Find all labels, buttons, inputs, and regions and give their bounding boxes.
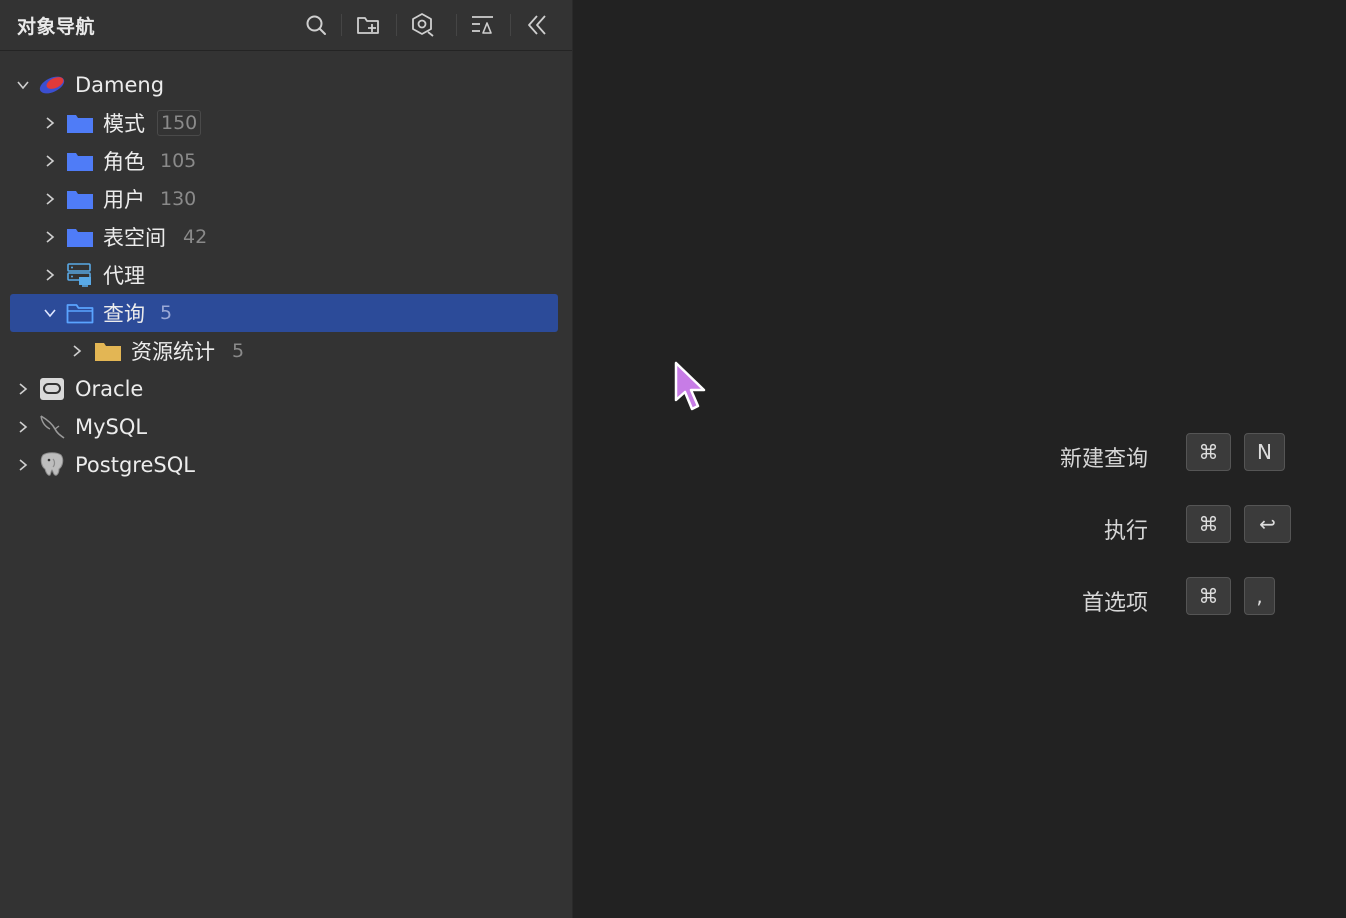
chevron-right-icon[interactable] (43, 116, 57, 130)
tree-node-mysql[interactable]: MySQL (10, 408, 558, 446)
folder-icon (66, 225, 94, 249)
key-command: ⌘ (1186, 577, 1231, 615)
folder-icon (66, 149, 94, 173)
collapse-panel-button[interactable] (522, 10, 552, 40)
tree-node-tablespaces[interactable]: 表空间 42 (10, 218, 558, 256)
key-command: ⌘ (1186, 505, 1231, 543)
key-command: ⌘ (1186, 433, 1231, 471)
new-folder-button[interactable] (354, 10, 384, 40)
tree-node-label: 角色 (103, 150, 145, 174)
tree-node-label: Dameng (75, 73, 165, 97)
main-area: 新建查询 ⌘ N 执行 ⌘ ↩ 首选项 ⌘ , (573, 0, 1346, 918)
chevron-right-icon[interactable] (16, 420, 30, 434)
folder-icon (66, 111, 94, 135)
search-button[interactable] (301, 10, 331, 40)
tree-node-queries[interactable]: 查询 5 (10, 294, 558, 332)
count-badge: 105 (160, 150, 197, 172)
filter-icon (412, 13, 434, 37)
key-comma: , (1244, 577, 1275, 615)
oracle-db-icon (38, 377, 66, 401)
sort-icon (472, 16, 493, 34)
sort-button[interactable] (468, 10, 498, 40)
sidebar-header: 对象导航 (0, 0, 572, 51)
tree-node-agents[interactable]: 代理 (10, 256, 558, 294)
tree-node-dameng[interactable]: Dameng (10, 66, 558, 104)
shortcut-preferences: 首选项 ⌘ , (573, 577, 1346, 621)
chevron-right-icon[interactable] (43, 268, 57, 282)
shortcut-label: 执行 (1103, 519, 1148, 544)
folder-icon (66, 187, 94, 211)
tree-node-label: 用户 (103, 188, 145, 212)
folder-yellow-icon (94, 339, 122, 363)
tree-node-roles[interactable]: 角色 105 (10, 142, 558, 180)
count-badge: 130 (160, 188, 197, 210)
count-badge: 42 (183, 226, 208, 248)
mouse-cursor-icon (673, 360, 709, 418)
app-window: 对象导航 Dameng 模式 150 角色 105 用户 130 表空间 42 … (0, 0, 1346, 918)
tree-node-label: 模式 (103, 112, 145, 136)
postgresql-db-icon (38, 452, 66, 477)
collapse-icon (528, 15, 546, 35)
mysql-db-icon (38, 415, 66, 439)
chevron-right-icon[interactable] (43, 154, 57, 168)
filter-button[interactable] (408, 10, 438, 40)
chevron-down-icon[interactable] (43, 306, 57, 320)
shortcut-execute: 执行 ⌘ ↩ (573, 505, 1346, 549)
tree-node-label: 代理 (103, 264, 145, 288)
shortcut-label: 首选项 (1081, 591, 1148, 616)
dameng-db-icon (38, 73, 66, 97)
chevron-right-icon[interactable] (16, 382, 30, 396)
folder-open-icon (66, 301, 94, 325)
agent-server-icon (66, 263, 94, 287)
panel-title: 对象导航 (17, 16, 96, 38)
tree-node-label: PostgreSQL (75, 453, 195, 477)
tree-node-schema[interactable]: 模式 150 (10, 104, 558, 142)
tree-node-label: MySQL (75, 415, 148, 439)
tree-node-label: 资源统计 (131, 340, 215, 364)
count-badge: 5 (232, 340, 245, 362)
tree-node-label: Oracle (75, 377, 144, 401)
chevron-right-icon[interactable] (43, 192, 57, 206)
tree-node-users[interactable]: 用户 130 (10, 180, 558, 218)
new-folder-icon (357, 17, 379, 34)
chevron-down-icon[interactable] (16, 78, 30, 92)
tree-node-postgresql[interactable]: PostgreSQL (10, 446, 558, 484)
search-icon (306, 15, 326, 35)
tree-node-label: 表空间 (103, 226, 166, 250)
chevron-right-icon[interactable] (70, 344, 84, 358)
tree-node-oracle[interactable]: Oracle (10, 370, 558, 408)
key-n: N (1244, 433, 1285, 471)
chevron-right-icon[interactable] (16, 458, 30, 472)
chevron-right-icon[interactable] (43, 230, 57, 244)
count-badge: 5 (160, 302, 173, 324)
object-navigator-panel: 对象导航 Dameng 模式 150 角色 105 用户 130 表空间 42 … (0, 0, 573, 918)
key-return: ↩ (1244, 505, 1291, 543)
count-badge: 150 (157, 110, 202, 136)
shortcut-label: 新建查询 (1059, 447, 1148, 472)
shortcut-new-query: 新建查询 ⌘ N (573, 433, 1346, 477)
tree-node-resource-stats[interactable]: 资源统计 5 (10, 332, 558, 370)
tree-node-label: 查询 (103, 302, 145, 326)
